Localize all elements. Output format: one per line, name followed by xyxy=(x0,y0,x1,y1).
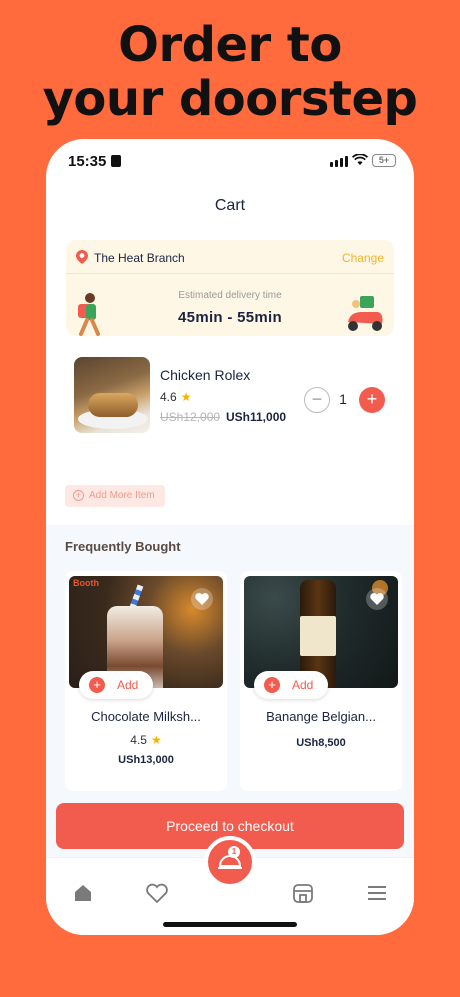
favorite-heart-icon[interactable] xyxy=(366,588,388,610)
item-old-price: USh12,000 xyxy=(160,410,221,424)
add-label: Add xyxy=(117,678,139,692)
product-price: USh13,000 xyxy=(118,754,174,766)
branch-name: The Heat Branch xyxy=(94,251,185,265)
quantity-value: 1 xyxy=(339,391,347,407)
branch-row: The Heat Branch Change xyxy=(66,240,394,274)
delivery-card: The Heat Branch Change Estimated deliver… xyxy=(66,240,394,336)
scooter-courier-icon xyxy=(348,296,383,331)
decrease-quantity-button[interactable]: − xyxy=(304,387,330,413)
product-card-milkshake[interactable]: Booth + Add Chocolate Milksh... 4.5 ★ USh… xyxy=(65,571,227,791)
cart-item: Chicken Rolex 4.6 ★ USh12,000 USh11,000 −… xyxy=(74,357,386,435)
section-title: Frequently Bought xyxy=(65,539,181,554)
add-more-label: Add More Item xyxy=(89,490,155,501)
product-rating: 4.5 ★ xyxy=(65,733,227,747)
signal-icon xyxy=(330,156,348,167)
menu-icon[interactable] xyxy=(366,882,388,904)
add-to-cart-button[interactable]: + Add xyxy=(254,671,328,699)
plus-icon: + xyxy=(264,677,280,693)
plus-circle-icon: + xyxy=(73,490,84,501)
page-title: Cart xyxy=(214,197,246,214)
product-rating-value: 4.5 xyxy=(130,733,147,747)
increase-quantity-button[interactable]: + xyxy=(359,387,385,413)
location-pin-icon xyxy=(76,250,88,264)
headline-line-1: Order to xyxy=(118,17,342,73)
product-name: Chocolate Milksh... xyxy=(91,709,201,724)
home-icon[interactable] xyxy=(72,882,94,904)
phone-screen: 15:35 5+ Cart The Heat Branch Change Est… xyxy=(46,139,414,935)
change-branch-link[interactable]: Change xyxy=(342,251,384,265)
cart-button[interactable]: 1 xyxy=(204,836,256,888)
plus-icon: + xyxy=(89,677,105,693)
product-name: Banange Belgian... xyxy=(266,709,376,724)
battery-icon: 5+ xyxy=(372,154,396,167)
product-card-beer[interactable]: + Add Banange Belgian... USh8,500 xyxy=(240,571,402,791)
add-to-cart-button[interactable]: + Add xyxy=(79,671,153,699)
favorites-heart-icon[interactable] xyxy=(144,882,170,904)
id-card-icon xyxy=(111,155,121,167)
store-icon[interactable] xyxy=(292,882,314,904)
star-icon: ★ xyxy=(150,733,162,747)
add-more-item-button[interactable]: + Add More Item xyxy=(65,485,165,507)
cart-badge: 1 xyxy=(228,846,240,858)
add-label: Add xyxy=(292,678,314,692)
item-new-price: USh11,000 xyxy=(226,410,287,424)
status-bar: 15:35 5+ xyxy=(46,139,414,183)
star-icon: ★ xyxy=(180,390,192,404)
product-price: USh8,500 xyxy=(296,737,346,749)
headline-line-2: your doorstep xyxy=(42,71,418,127)
home-indicator xyxy=(163,922,297,927)
item-name: Chicken Rolex xyxy=(160,367,251,383)
item-rating-value: 4.6 xyxy=(160,390,177,404)
brand-logo: Booth xyxy=(73,578,99,588)
chicken-rolex-image xyxy=(74,357,150,433)
headline: Order to your doorstep xyxy=(0,18,460,126)
favorite-heart-icon[interactable] xyxy=(191,588,213,610)
status-time: 15:35 xyxy=(68,153,107,170)
item-rating: 4.6 ★ xyxy=(160,390,191,404)
wifi-icon xyxy=(352,154,368,165)
